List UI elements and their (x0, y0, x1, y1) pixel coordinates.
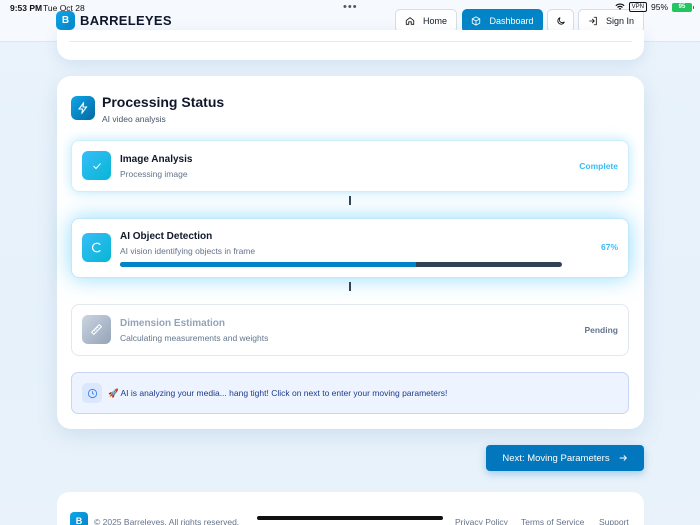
vpn-badge: VPN (628, 2, 647, 12)
info-notice: 🚀 AI is analyzing your media... hang tig… (71, 372, 629, 414)
step-title: Image Analysis (120, 154, 193, 165)
previous-card (57, 30, 644, 60)
ios-status-bar: 9:53 PM Tue Oct 28 ••• VPN 95% 95 (0, 0, 700, 16)
step-image-analysis: Image Analysis Processing image Complete (71, 140, 629, 192)
step-object-detection: AI Object Detection AI vision identifyin… (71, 218, 629, 278)
step-title: Dimension Estimation (120, 318, 226, 329)
clock-icon (82, 383, 102, 403)
step-status: 67% (600, 242, 618, 252)
step-description: Processing image (120, 169, 188, 179)
status-right: VPN 95% 95 (615, 2, 694, 12)
footer-copyright: © 2025 Barreleyes. All rights reserved. (94, 517, 240, 525)
card-title: Processing Status (102, 94, 225, 110)
dashboard-label: Dashboard (489, 16, 534, 26)
status-date: Tue Oct 28 (43, 3, 85, 13)
battery-icon: 95 (672, 2, 694, 12)
cube-icon (472, 16, 481, 26)
home-indicator[interactable] (257, 516, 443, 520)
progress-fill (120, 262, 417, 267)
moon-icon (556, 17, 565, 25)
step-connector (349, 196, 351, 205)
multitask-dots-icon[interactable]: ••• (343, 1, 358, 13)
step-description: AI vision identifying objects in frame (120, 246, 256, 256)
spinner-icon (82, 233, 111, 262)
step-description: Calculating measurements and weights (120, 333, 269, 343)
wifi-icon (615, 3, 625, 10)
step-connector (349, 282, 351, 291)
home-icon (405, 17, 415, 25)
signin-label: Sign In (605, 16, 635, 26)
step-status: Complete (579, 161, 618, 171)
support-link[interactable]: Support (599, 517, 629, 525)
progress-bar (120, 262, 562, 267)
step-status: Pending (584, 325, 618, 335)
lightning-icon (71, 96, 95, 120)
privacy-policy-link[interactable]: Privacy Policy (455, 517, 508, 525)
battery-percent: 95% (650, 2, 668, 12)
next-moving-parameters-button[interactable]: Next: Moving Parameters (486, 445, 644, 471)
notice-message: 🚀 AI is analyzing your media... hang tig… (108, 388, 448, 398)
processing-status-card: Processing Status AI video analysis Imag… (57, 76, 644, 429)
step-dimension-estimation: Dimension Estimation Calculating measure… (71, 304, 629, 356)
check-icon (82, 151, 111, 180)
footer-logo: B (70, 512, 88, 525)
login-icon (589, 16, 597, 26)
card-subtitle: AI video analysis (102, 114, 166, 124)
next-label: Next: Moving Parameters (502, 452, 610, 464)
divider (69, 41, 632, 42)
terms-of-service-link[interactable]: Terms of Service (521, 517, 584, 525)
page-footer: B © 2025 Barreleyes. All rights reserved… (57, 492, 644, 525)
step-title: AI Object Detection (120, 231, 213, 242)
status-time: 9:53 PM (10, 3, 43, 13)
ruler-icon (82, 315, 111, 344)
arrow-right-icon (619, 455, 627, 461)
home-label: Home (422, 16, 447, 26)
